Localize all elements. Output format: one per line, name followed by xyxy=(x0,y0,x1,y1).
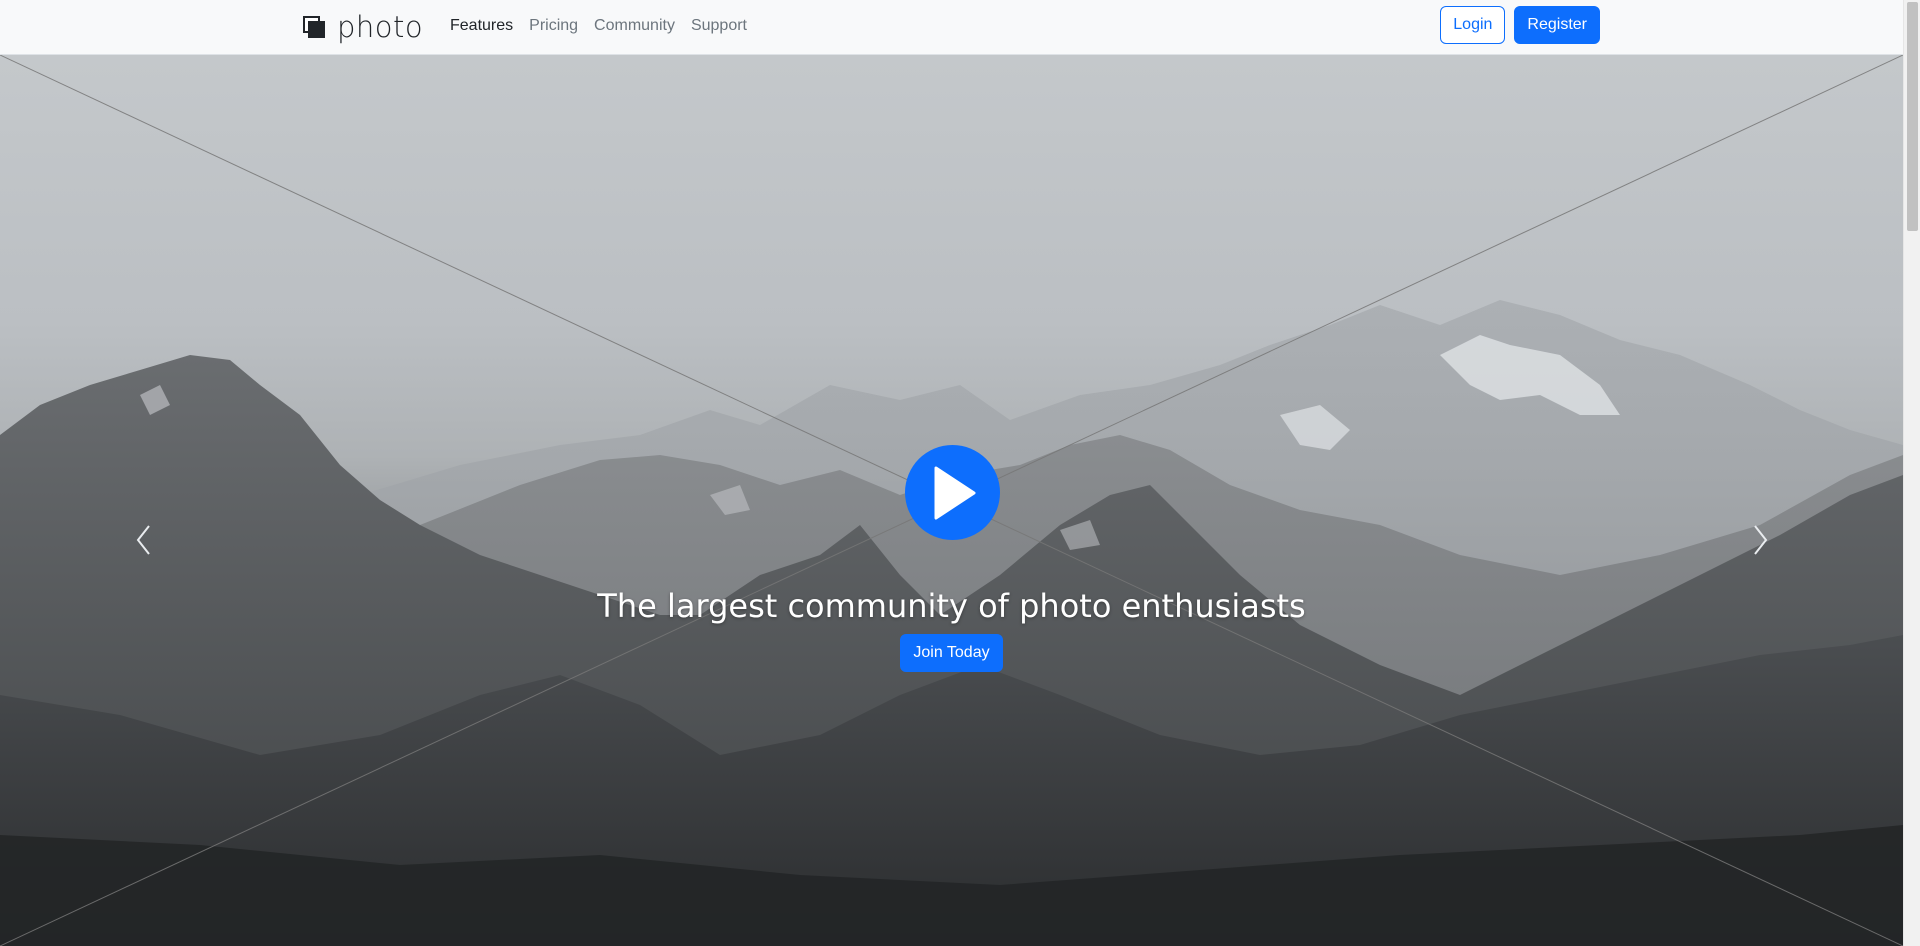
nav-link-community[interactable]: Community xyxy=(594,13,675,39)
page-scrollbar[interactable] xyxy=(1903,0,1920,946)
play-video-button[interactable] xyxy=(905,445,1000,540)
top-navbar: photo Features Pricing Community Support… xyxy=(0,0,1903,55)
play-icon xyxy=(934,466,975,519)
hero-headline: The largest community of photo enthusias… xyxy=(597,587,1306,625)
chevron-right-icon xyxy=(1754,525,1768,555)
login-button[interactable]: Login xyxy=(1440,6,1506,44)
auth-buttons: Login Register xyxy=(1440,6,1600,44)
chevron-left-icon xyxy=(136,525,150,555)
join-today-button[interactable]: Join Today xyxy=(900,634,1003,672)
carousel-next-button[interactable] xyxy=(1740,515,1780,565)
hero-carousel: The largest community of photo enthusias… xyxy=(0,55,1903,946)
nav-link-pricing[interactable]: Pricing xyxy=(529,13,578,39)
carousel-prev-button[interactable] xyxy=(124,515,164,565)
page: photo Features Pricing Community Support… xyxy=(0,0,1920,946)
register-button[interactable]: Register xyxy=(1514,6,1600,44)
nav-link-support[interactable]: Support xyxy=(691,13,747,39)
nav-links: Features Pricing Community Support xyxy=(450,0,747,52)
photo-logo-icon xyxy=(303,16,325,38)
hero-caption: The largest community of photo enthusias… xyxy=(0,587,1903,672)
nav-link-features[interactable]: Features xyxy=(450,13,513,39)
scrollbar-thumb[interactable] xyxy=(1907,2,1918,231)
brand-name: photo xyxy=(337,9,424,44)
brand-link[interactable]: photo xyxy=(303,10,423,44)
